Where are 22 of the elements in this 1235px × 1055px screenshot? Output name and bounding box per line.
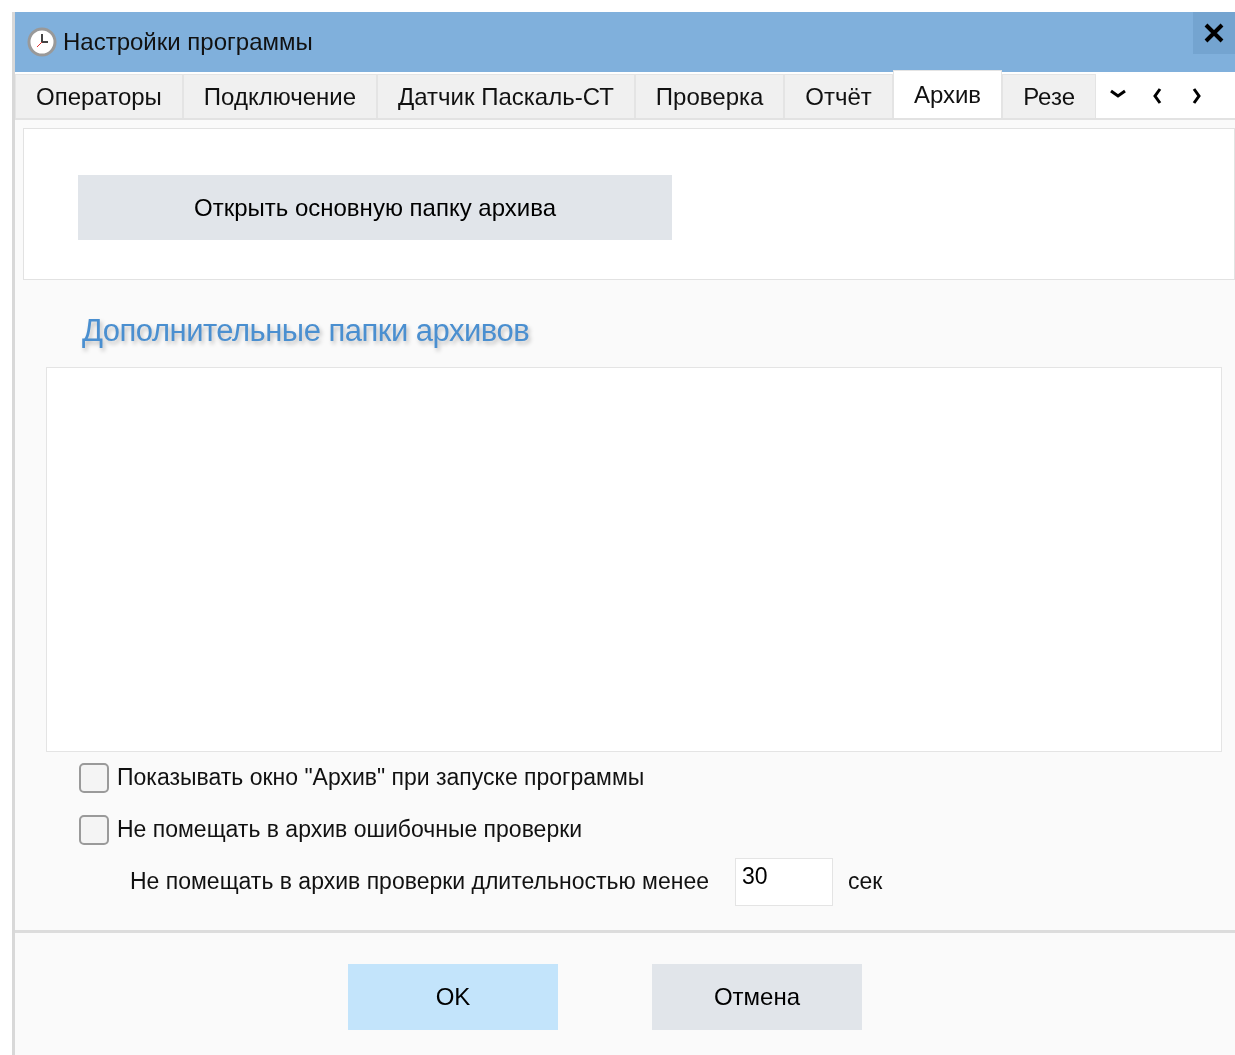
checkbox[interactable] [79,762,109,793]
open-folder-button[interactable]: Открыть основную папку архива [78,175,672,240]
checkbox-label[interactable]: Показывать окно "Архив" при запуске программы [117,760,645,795]
tab[interactable]: Резе [1002,74,1096,118]
duration-input[interactable]: 30 [734,857,833,906]
clock-icon [27,27,57,57]
tab[interactable]: Архив [892,70,1003,118]
unit-label: сек [847,867,883,897]
tab[interactable]: Проверка [634,74,785,118]
window-title: Настройки программы [63,27,313,57]
checkbox-label[interactable]: Не помещать в архив ошибочные проверки [117,812,583,847]
checkbox[interactable] [79,814,109,845]
tab[interactable]: Операторы [15,74,183,118]
close-icon[interactable] [1203,22,1225,44]
close-button[interactable] [1193,12,1235,54]
duration-label: Не помещать в архив проверки длительностью менее [130,867,709,897]
ok-button[interactable]: OK [348,963,558,1030]
cancel-button[interactable]: Отмена [652,963,862,1030]
tab[interactable]: Отчёт [784,74,893,118]
tab[interactable]: Датчик Паскаль-СТ [377,74,635,118]
section-heading: Дополнительные папки архивов [82,312,531,350]
tab[interactable]: Подключение [182,74,378,118]
